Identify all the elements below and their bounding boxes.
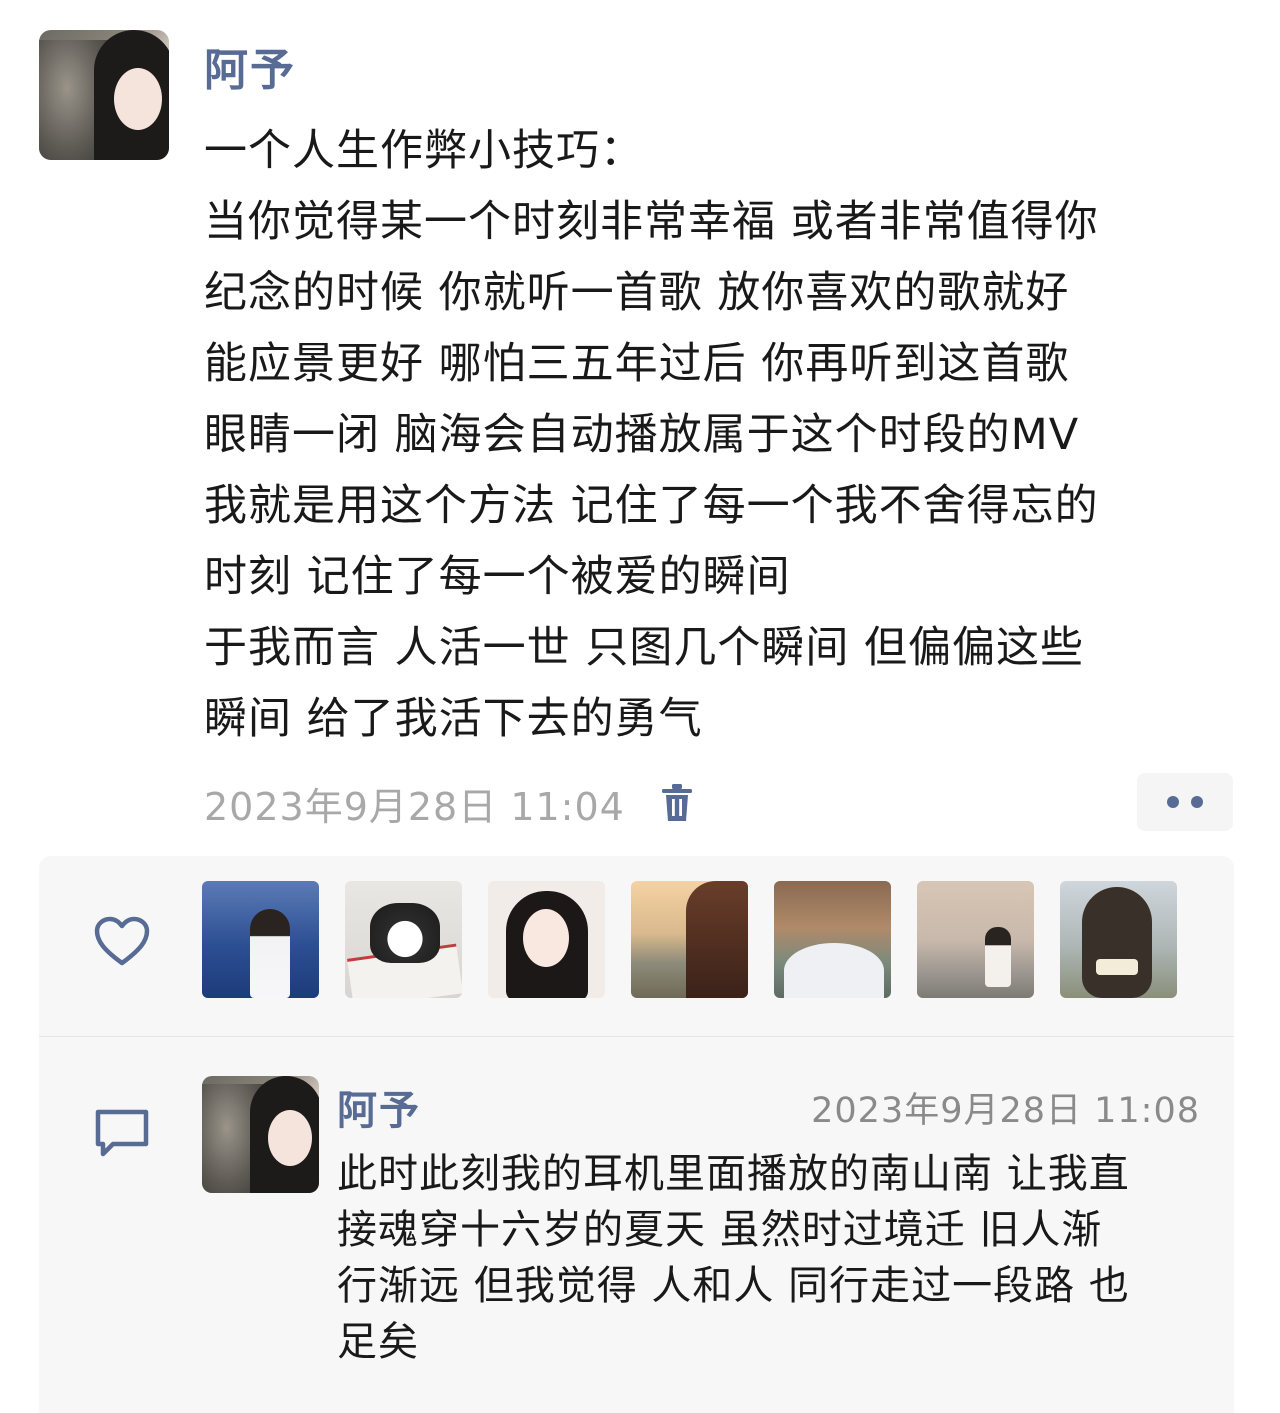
- author-avatar[interactable]: [39, 30, 169, 160]
- content-line: 于我而言 人活一世 只图几个瞬间 但偏偏这些: [204, 623, 1085, 673]
- author-name[interactable]: 阿予: [204, 34, 296, 98]
- comment-timestamp: 2023年9月28日 11:08: [811, 1091, 1200, 1131]
- content-line: 瞬间 给了我活下去的勇气: [204, 694, 703, 744]
- liker-avatar[interactable]: [1060, 881, 1177, 998]
- content-line: 当你觉得某一个时刻非常幸福 或者非常值得你: [204, 197, 1099, 247]
- comment-line: 接魂穿十六岁的夏天 虽然时过境迁 旧人渐: [337, 1207, 1103, 1253]
- content-line: 我就是用这个方法 记住了每一个我不舍得忘的: [204, 481, 1099, 531]
- liker-avatar[interactable]: [202, 881, 319, 998]
- content-line: 眼睛一闭 脑海会自动播放属于这个时段的MV: [204, 410, 1080, 460]
- comment-line: 此时此刻我的耳机里面播放的南山南 让我直: [337, 1151, 1130, 1197]
- avatar-face: [114, 68, 162, 130]
- commenter-avatar[interactable]: [202, 1076, 319, 1193]
- more-dots-icon: [1167, 796, 1179, 808]
- content-line: 能应景更好 哪怕三五年过后 你再听到这首歌: [204, 339, 1070, 389]
- content-line: 纪念的时候 你就听一首歌 放你喜欢的歌就好: [204, 268, 1070, 318]
- more-options-button[interactable]: [1137, 773, 1233, 831]
- post-meta: 2023年9月28日 11:04: [204, 778, 695, 829]
- interaction-panel: 阿予 2023年9月28日 11:08 此时此刻我的耳机里面播放的南山南 让我直…: [39, 856, 1234, 1413]
- liker-avatar[interactable]: [345, 881, 462, 998]
- commenter-name[interactable]: 阿予: [337, 1078, 421, 1136]
- content-line: 一个人生作弊小技巧：: [204, 126, 644, 176]
- likers-list: [202, 881, 1177, 998]
- heart-outline-icon: [94, 916, 150, 968]
- comment-text[interactable]: 此时此刻我的耳机里面播放的南山南 让我直 接魂穿十六岁的夏天 虽然时过境迁 旧人…: [337, 1146, 1217, 1370]
- comment-line: 行渐远 但我觉得 人和人 同行走过一段路 也: [337, 1263, 1130, 1309]
- more-dots-icon: [1191, 796, 1203, 808]
- post-timestamp: 2023年9月28日 11:04: [204, 784, 625, 829]
- panel-divider: [39, 1036, 1234, 1037]
- post-content: 一个人生作弊小技巧： 当你觉得某一个时刻非常幸福 或者非常值得你 纪念的时候 你…: [204, 116, 1254, 755]
- liker-avatar[interactable]: [774, 881, 891, 998]
- comment-line: 足矣: [337, 1319, 419, 1365]
- trash-icon[interactable]: [659, 783, 695, 823]
- content-line: 时刻 记住了每一个被爱的瞬间: [204, 552, 791, 602]
- liker-avatar[interactable]: [917, 881, 1034, 998]
- comment-bubble-icon: [93, 1108, 151, 1160]
- liker-avatar[interactable]: [488, 881, 605, 998]
- liker-avatar[interactable]: [631, 881, 748, 998]
